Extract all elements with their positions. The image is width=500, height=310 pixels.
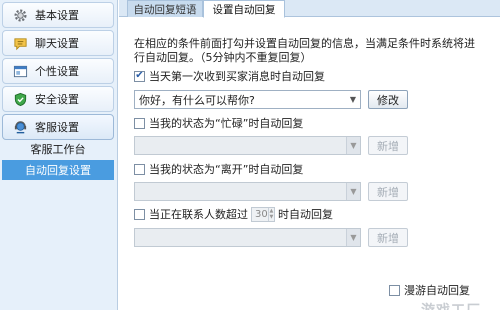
first-message-reply-select[interactable]: 你好，有什么可以帮你? ▼: [134, 90, 361, 109]
tab-auto-reply-phrases[interactable]: 自动回复短语: [127, 0, 203, 17]
modify-button[interactable]: 修改: [368, 90, 408, 109]
roaming-label: 漫游自动回复: [404, 284, 470, 297]
busy-reply-select[interactable]: ▼: [134, 136, 361, 155]
first-message-rule: ✔ 当天第一次收到买家消息时自动回复: [134, 69, 325, 83]
description-text: 在相应的条件前面打勾并设置自动回复的信息，当满足条件时系统将进行自动回复。（5分…: [134, 37, 475, 64]
chevron-down-icon[interactable]: ▼: [346, 91, 360, 108]
tab-bar: 自动回复短语 设置自动回复: [119, 0, 500, 18]
service-icon: [12, 119, 28, 135]
away-label: 当我的状态为“离开”时自动回复: [149, 163, 304, 176]
roaming-auto-reply: 漫游自动回复: [389, 283, 470, 297]
sidebar-item-label: 聊天设置: [35, 37, 79, 50]
chat-icon: [12, 35, 28, 51]
sidebar-item-personal-settings[interactable]: 个性设置: [2, 58, 114, 84]
stepper-arrows-icon[interactable]: ▲ ▼: [267, 207, 274, 221]
sidebar-item-basic-settings[interactable]: 基本设置: [2, 2, 114, 28]
busy-add-button[interactable]: 新增: [368, 136, 408, 155]
contacts-count-value: 30: [255, 208, 268, 220]
sidebar-item-label: 安全设置: [35, 93, 79, 106]
first-message-checkbox[interactable]: ✔: [134, 70, 145, 82]
contacts-label-before: 当正在联系人数超过: [149, 208, 248, 221]
contacts-count-stepper[interactable]: 30 ▲ ▼: [251, 206, 275, 222]
sidebar-item-label: 基本设置: [35, 9, 79, 22]
away-rule: 当我的状态为“离开”时自动回复: [134, 162, 303, 176]
contacts-checkbox[interactable]: [134, 208, 145, 220]
chevron-down-icon[interactable]: ▼: [346, 229, 360, 246]
window-icon: [12, 63, 28, 79]
sidebar-item-security-settings[interactable]: 安全设置: [2, 86, 114, 112]
roaming-checkbox[interactable]: [389, 284, 400, 296]
chevron-down-icon[interactable]: ▼: [346, 137, 360, 154]
sidebar-item-label: 客服设置: [35, 121, 79, 134]
sidebar-subitem-auto-reply-settings[interactable]: 自动回复设置: [2, 160, 114, 180]
busy-label: 当我的状态为“忙碌”时自动回复: [149, 117, 304, 130]
tab-set-auto-reply[interactable]: 设置自动回复: [203, 0, 285, 18]
chevron-down-icon[interactable]: ▼: [346, 183, 360, 200]
busy-rule: 当我的状态为“忙碌”时自动回复: [134, 116, 303, 130]
sidebar: 基本设置 聊天设置 个性设置 安全设置 客服设置 客服工作台 自动回复设置: [0, 0, 118, 310]
away-reply-select[interactable]: ▼: [134, 182, 361, 201]
check-icon: ✔: [135, 70, 144, 81]
contacts-reply-select[interactable]: ▼: [134, 228, 361, 247]
first-message-reply-value: 你好，有什么可以帮你?: [139, 93, 255, 107]
contacts-add-button[interactable]: 新增: [368, 228, 408, 247]
gear-icon: [12, 7, 28, 23]
contacts-label-after: 时自动回复: [278, 208, 333, 221]
sidebar-subitem-service-workbench[interactable]: 客服工作台: [2, 139, 114, 159]
contacts-rule: 当正在联系人数超过 30 ▲ ▼ 时自动回复: [134, 206, 333, 222]
main-panel: 自动回复短语 设置自动回复 在相应的条件前面打勾并设置自动回复的信息，当满足条件…: [119, 0, 500, 310]
away-add-button[interactable]: 新增: [368, 182, 408, 201]
busy-checkbox[interactable]: [134, 117, 145, 129]
watermark: 游戏工厂: [421, 300, 481, 310]
shield-icon: [12, 91, 28, 107]
sidebar-item-label: 个性设置: [35, 65, 79, 78]
first-message-label: 当天第一次收到买家消息时自动回复: [149, 70, 325, 83]
away-checkbox[interactable]: [134, 163, 145, 175]
sidebar-item-chat-settings[interactable]: 聊天设置: [2, 30, 114, 56]
sidebar-item-service-settings[interactable]: 客服设置: [2, 114, 114, 140]
